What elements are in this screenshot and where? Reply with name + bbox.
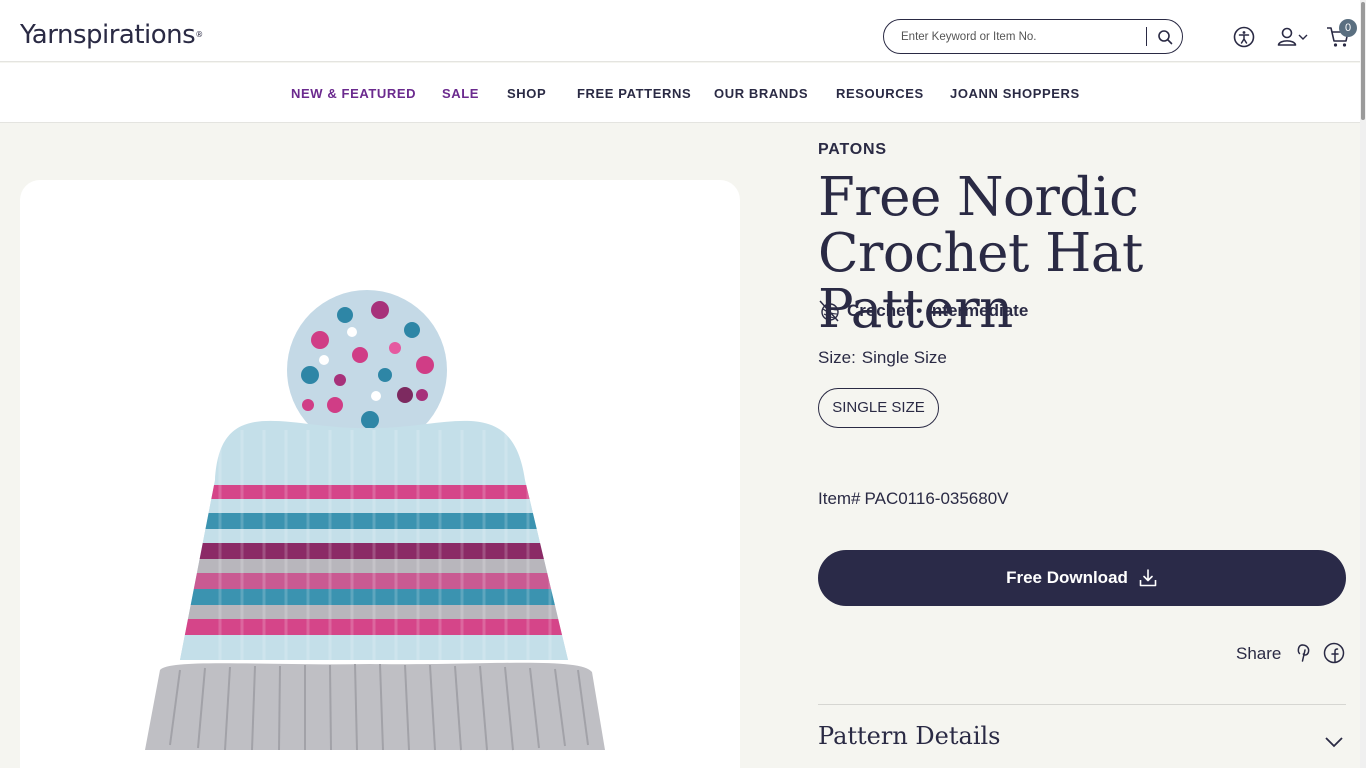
chevron-down-icon[interactable]: [1296, 24, 1310, 50]
pattern-details-heading[interactable]: Pattern Details: [818, 722, 1001, 750]
site-logo[interactable]: Yarnspirations®: [20, 18, 203, 52]
skill-level: Intermediate: [927, 301, 1029, 320]
nav-item-joann-shoppers[interactable]: JOANN SHOPPERS: [950, 86, 1080, 101]
chevron-down-icon[interactable]: [1322, 730, 1346, 754]
cart-count-badge: 0: [1339, 19, 1357, 37]
craft-type: Crochet: [847, 301, 912, 320]
pinterest-icon[interactable]: [1291, 641, 1315, 665]
free-download-button[interactable]: Free Download: [818, 550, 1346, 606]
nav-item-new-featured[interactable]: NEW & FEATURED: [291, 86, 416, 101]
logo-text: Yarnspirations: [20, 20, 196, 50]
beanie-brim: [145, 662, 605, 751]
scrollbar-thumb[interactable]: [1361, 2, 1365, 120]
nav-item-sale[interactable]: SALE: [442, 86, 479, 101]
product-image-card[interactable]: [20, 180, 740, 768]
page-scrollbar[interactable]: [1360, 0, 1366, 768]
search-divider: [1146, 27, 1147, 46]
nav-item-our-brands[interactable]: OUR BRANDS: [714, 86, 808, 101]
size-selected-value: Single Size: [861, 348, 947, 367]
product-image: [145, 290, 605, 751]
size-label-row: Size: Single Size: [818, 348, 947, 368]
facebook-icon[interactable]: [1322, 641, 1346, 665]
nav-item-resources[interactable]: RESOURCES: [836, 86, 924, 101]
item-number-label: Item#: [818, 489, 861, 508]
registered-mark: ®: [195, 30, 203, 39]
search-box: [883, 19, 1183, 54]
item-number-value: PAC0116-035680V: [864, 489, 1009, 508]
site-header: Yarnspirations® 0: [0, 0, 1366, 62]
size-label: Size:: [818, 348, 856, 367]
nav-item-shop[interactable]: SHOP: [507, 86, 546, 101]
accessibility-icon[interactable]: [1231, 24, 1257, 50]
yarn-ball-icon: [819, 300, 839, 322]
beanie-body: [180, 420, 568, 660]
section-divider: [818, 704, 1346, 705]
share-label: Share: [1236, 644, 1282, 663]
item-number-row: Item# PAC0116-035680V: [818, 489, 1009, 509]
brand-name[interactable]: PATONS: [818, 141, 887, 159]
size-option-single[interactable]: SINGLE SIZE: [818, 388, 939, 428]
download-icon: [1139, 569, 1157, 587]
search-input[interactable]: [901, 28, 1141, 46]
nav-item-free-patterns[interactable]: FREE PATTERNS: [577, 86, 691, 101]
main-nav: NEW & FEATURED SALE SHOP FREE PATTERNS O…: [0, 63, 1366, 123]
free-download-label: Free Download: [1006, 568, 1128, 587]
search-icon[interactable]: [1154, 26, 1176, 48]
craft-separator: •: [916, 301, 923, 320]
craft-skill-row: Crochet • Intermediate: [818, 297, 1028, 325]
